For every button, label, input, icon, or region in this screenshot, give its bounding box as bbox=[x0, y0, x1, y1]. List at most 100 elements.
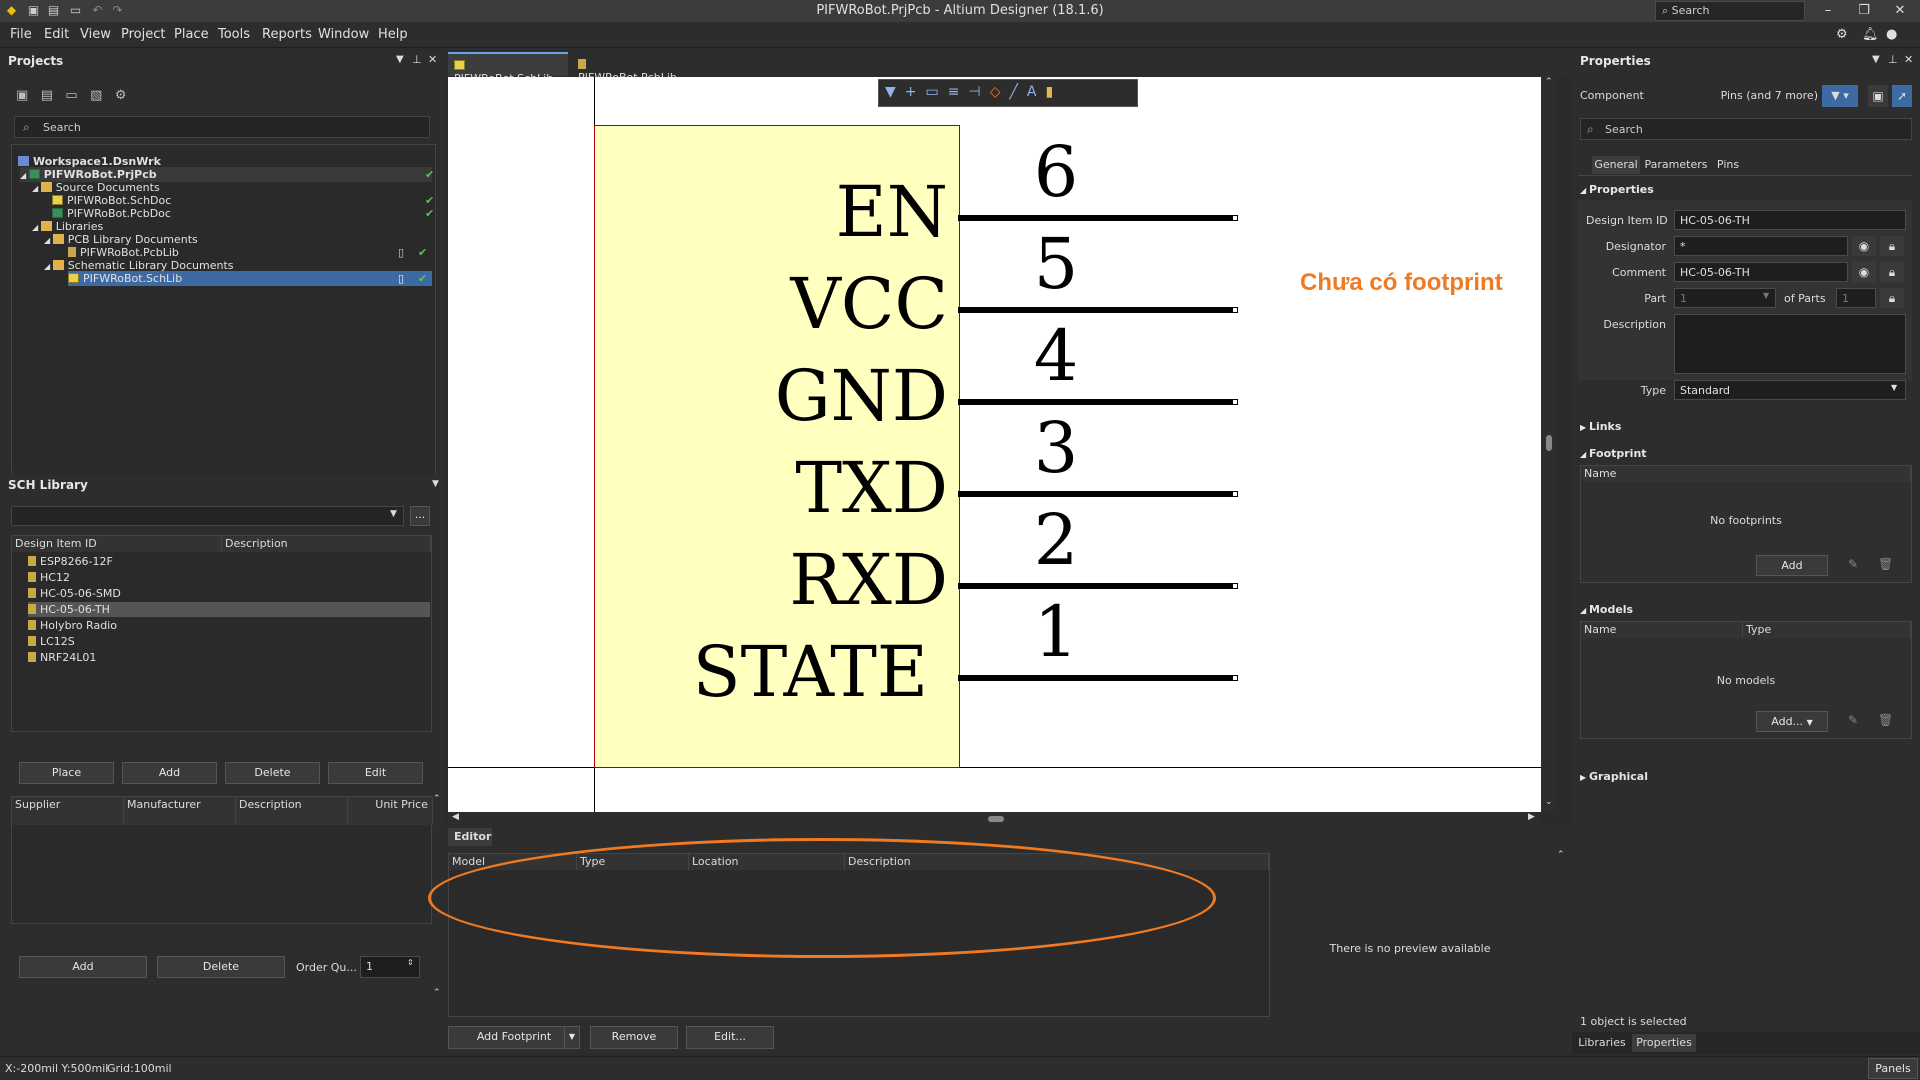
menu-window[interactable]: Window bbox=[318, 27, 369, 42]
supplier-delete-button[interactable]: Delete bbox=[157, 956, 285, 978]
close-panel-icon[interactable]: ✕ bbox=[428, 53, 437, 66]
editor-tab[interactable]: Editor bbox=[448, 828, 492, 846]
pin-5[interactable] bbox=[958, 307, 1238, 313]
scroll-right-icon[interactable]: ▶ bbox=[1528, 812, 1535, 822]
notifications-icon[interactable]: 🔔︎ bbox=[1862, 27, 1879, 42]
section-links[interactable]: ▶ Links bbox=[1580, 420, 1621, 433]
col-name[interactable]: Name bbox=[1581, 466, 1911, 482]
edit-model-button[interactable]: Edit... bbox=[686, 1026, 774, 1049]
collapse-up-icon[interactable]: ⌃ bbox=[433, 988, 441, 998]
component-icon[interactable]: ▮ bbox=[1045, 84, 1062, 100]
lock-toggle[interactable]: 🔒︎ bbox=[1880, 288, 1904, 308]
menu-place[interactable]: Place bbox=[174, 27, 209, 42]
horizontal-scrollbar[interactable]: ◀ ▶ bbox=[448, 812, 1541, 826]
collapse-up-icon[interactable]: ⌃ bbox=[433, 794, 441, 804]
tab-properties[interactable]: Properties bbox=[1632, 1034, 1696, 1052]
section-models[interactable]: ◢ Models bbox=[1580, 603, 1633, 616]
lock-toggle[interactable]: 🔒︎ bbox=[1880, 236, 1904, 256]
menu-help[interactable]: Help bbox=[378, 27, 408, 42]
col-unit-price[interactable]: Unit Price bbox=[348, 797, 433, 825]
project-options-icon[interactable]: ▧ bbox=[90, 88, 102, 103]
visibility-toggle[interactable]: ◉ bbox=[1852, 262, 1876, 282]
vertical-scrollbar[interactable]: ⌃ ⌄ bbox=[1541, 77, 1557, 812]
scroll-thumb[interactable] bbox=[988, 816, 1004, 822]
gear-icon[interactable]: ⚙ bbox=[115, 88, 127, 103]
crosshair-icon[interactable]: + bbox=[905, 84, 926, 100]
col-name[interactable]: Name bbox=[1581, 622, 1743, 638]
design-item-id-input[interactable]: HC-05-06-TH bbox=[1674, 210, 1906, 230]
scroll-left-icon[interactable]: ◀ bbox=[452, 812, 459, 822]
tab-parameters[interactable]: Parameters bbox=[1642, 156, 1710, 174]
filter-icon[interactable]: ▼ bbox=[885, 84, 905, 100]
list-item[interactable]: NRF24L01 bbox=[28, 650, 96, 665]
projects-search-input[interactable]: ⌕ Search bbox=[14, 116, 430, 138]
select-rect-icon[interactable]: ▭ bbox=[926, 84, 948, 100]
pin-1[interactable] bbox=[958, 675, 1238, 681]
place-pin-icon[interactable]: ⊣ bbox=[968, 84, 989, 100]
stepper-icon[interactable]: ⇕ bbox=[407, 958, 414, 967]
user-icon[interactable]: ● bbox=[1886, 27, 1897, 42]
section-properties[interactable]: ◢ Properties bbox=[1580, 183, 1654, 196]
add-footprint-button[interactable]: Add Footprint bbox=[448, 1026, 580, 1049]
tab-pins[interactable]: Pins bbox=[1712, 156, 1744, 174]
menu-edit[interactable]: Edit bbox=[44, 27, 69, 42]
tree-item-schlib[interactable]: PIFWRoBot.SchLib ▯ ✔ bbox=[68, 271, 432, 286]
remove-button[interactable]: Remove bbox=[590, 1026, 678, 1049]
properties-search-input[interactable]: ⌕ Search bbox=[1580, 118, 1912, 140]
add-footprint-dropdown[interactable]: ▼ bbox=[564, 1026, 580, 1049]
col-description[interactable]: Description bbox=[222, 536, 431, 552]
delete-button[interactable]: Delete bbox=[225, 762, 320, 784]
tab-schlib[interactable]: PIFWRoBot.SchLib bbox=[448, 52, 568, 85]
tree-item-pcbdoc[interactable]: PIFWRoBot.PcbDoc ✔ bbox=[52, 206, 442, 221]
col-design-item-id[interactable]: Design Item ID bbox=[12, 536, 222, 552]
lock-toggle[interactable]: 🔒︎ bbox=[1880, 262, 1904, 282]
section-graphical[interactable]: ▶ Graphical bbox=[1580, 770, 1648, 783]
scroll-up-icon[interactable]: ⌃ bbox=[1545, 77, 1553, 87]
of-parts-input[interactable]: 1 bbox=[1836, 288, 1876, 308]
line-icon[interactable]: ╱ bbox=[1009, 84, 1026, 100]
save-project-icon[interactable]: ▣ bbox=[16, 88, 28, 103]
text-icon[interactable]: A bbox=[1027, 84, 1046, 100]
place-button[interactable]: Place bbox=[19, 762, 114, 784]
menu-view[interactable]: View bbox=[80, 27, 111, 42]
collapse-up-icon[interactable]: ⌃ bbox=[1557, 850, 1565, 860]
menu-file[interactable]: File bbox=[10, 27, 32, 42]
settings-icon[interactable]: ⚙ bbox=[1836, 27, 1848, 42]
trash-icon[interactable]: 🗑︎ bbox=[1878, 557, 1893, 571]
select-mode-button[interactable]: ▣ bbox=[1868, 85, 1888, 107]
list-item[interactable]: LC12S bbox=[28, 634, 75, 649]
minimize-button[interactable]: – bbox=[1811, 0, 1845, 22]
scroll-down-icon[interactable]: ⌄ bbox=[1545, 797, 1553, 807]
close-panel-icon[interactable]: ✕ bbox=[1904, 53, 1913, 66]
footprint-add-button[interactable]: Add bbox=[1756, 555, 1828, 576]
list-item[interactable]: HC12 bbox=[28, 570, 70, 585]
pin-icon[interactable]: ⊥ bbox=[1888, 53, 1898, 66]
col-manufacturer[interactable]: Manufacturer bbox=[124, 797, 236, 825]
schematic-canvas[interactable]: EN VCC GND TXD RXD STATE 6 5 4 3 2 1 Chư… bbox=[448, 77, 1541, 812]
designator-input[interactable]: * bbox=[1674, 236, 1848, 256]
tab-pcblib[interactable]: PIFWRoBot.PcbLib bbox=[572, 52, 692, 84]
section-footprint[interactable]: ◢ Footprint bbox=[1580, 447, 1647, 460]
col-description[interactable]: Description bbox=[236, 797, 348, 825]
filter-button[interactable]: ▼ ▾ bbox=[1822, 85, 1858, 107]
order-quantity-input[interactable]: 1 ⇕ bbox=[360, 956, 420, 978]
tab-general[interactable]: General bbox=[1592, 156, 1640, 174]
tab-libraries[interactable]: Libraries bbox=[1574, 1034, 1630, 1052]
list-item[interactable]: ESP8266-12F bbox=[28, 554, 113, 569]
models-add-button[interactable]: Add... ▼ bbox=[1756, 711, 1828, 732]
col-supplier[interactable]: Supplier bbox=[12, 797, 124, 825]
library-browse-button[interactable]: ... bbox=[410, 506, 430, 526]
eraser-icon[interactable]: ◇ bbox=[990, 84, 1010, 100]
panel-menu-icon[interactable]: ▼ bbox=[396, 54, 404, 65]
panel-menu-icon[interactable]: ▼ bbox=[1872, 54, 1880, 65]
list-item[interactable]: Holybro Radio bbox=[28, 618, 117, 633]
type-select[interactable]: Standard ▼ bbox=[1674, 380, 1906, 400]
compile-icon[interactable]: ▤ bbox=[41, 88, 53, 103]
panels-button[interactable]: Panels bbox=[1868, 1058, 1918, 1079]
col-type[interactable]: Type bbox=[1743, 622, 1911, 638]
pin-4[interactable] bbox=[958, 399, 1238, 405]
visibility-toggle[interactable]: ◉ bbox=[1852, 236, 1876, 256]
supplier-add-button[interactable]: Add bbox=[19, 956, 147, 978]
pin-2[interactable] bbox=[958, 583, 1238, 589]
trash-icon[interactable]: 🗑︎ bbox=[1878, 713, 1893, 727]
